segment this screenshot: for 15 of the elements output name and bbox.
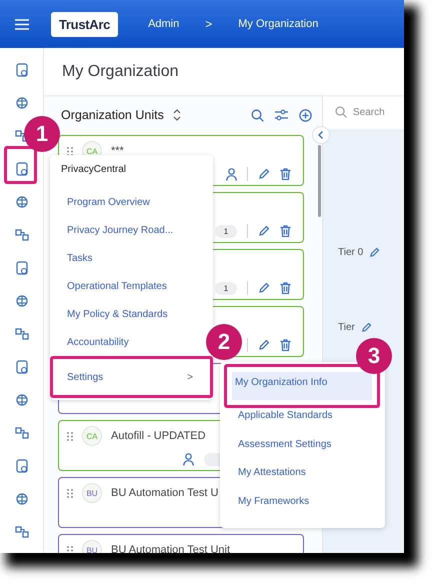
count-badge: 1	[215, 282, 237, 294]
breadcrumb-separator: >	[205, 17, 212, 31]
panel-title: Organization Units	[61, 108, 164, 122]
unit-name: BU Automation Test Unit	[111, 544, 230, 553]
unit-name: BU Automation Test U	[111, 487, 218, 499]
initials-avatar: CA	[82, 426, 102, 446]
page-title: My Organization	[62, 62, 178, 80]
unit-name: ***	[111, 145, 124, 157]
count-badge: 1	[215, 224, 237, 238]
menu-heading: PrivacyCentral	[61, 164, 128, 177]
initials-avatar: BU	[82, 540, 102, 553]
tier-label: Tier 0	[338, 247, 364, 258]
unit-name: Autofill - UPDATED	[111, 430, 206, 442]
tier-label: Tier	[338, 322, 355, 333]
initials-avatar: BU	[82, 483, 102, 503]
